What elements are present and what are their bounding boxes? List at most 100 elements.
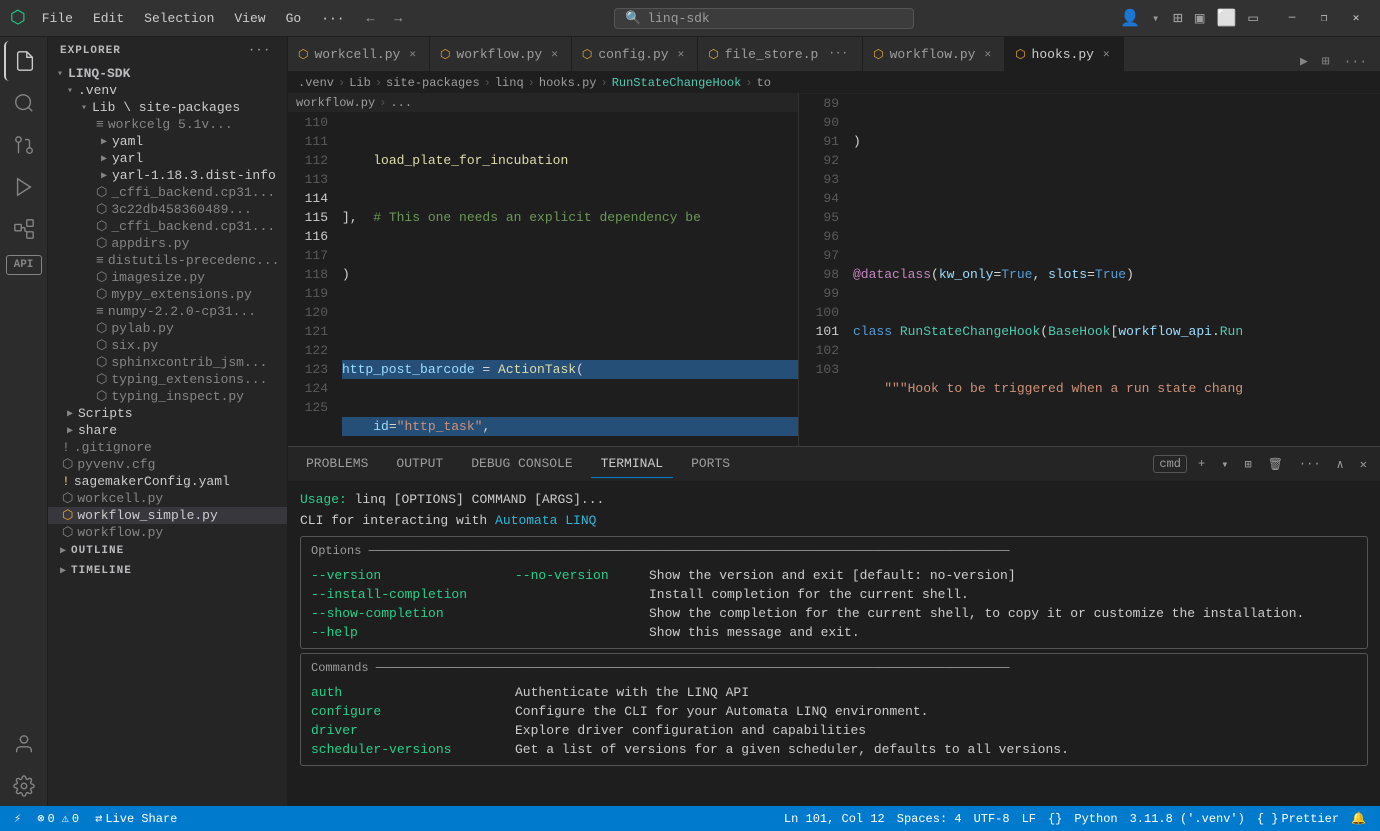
activity-account[interactable] bbox=[4, 724, 44, 764]
account-icon[interactable]: 👤 bbox=[1120, 8, 1140, 28]
list-item[interactable]: ⬡ workflow.py bbox=[48, 524, 287, 541]
maximize-button[interactable]: ❐ bbox=[1310, 7, 1338, 29]
breadcrumb-item[interactable]: Lib bbox=[349, 76, 371, 90]
menu-more[interactable]: ··· bbox=[313, 9, 352, 28]
layout-icon-4[interactable]: ▭ bbox=[1248, 8, 1258, 28]
list-item[interactable]: ⬡ six.py bbox=[48, 337, 287, 354]
minimize-button[interactable]: — bbox=[1278, 7, 1306, 29]
panel-tab-ports[interactable]: PORTS bbox=[681, 450, 740, 478]
tab-workflow1[interactable]: ⬡ workflow.py ✕ bbox=[430, 37, 572, 71]
menu-selection[interactable]: Selection bbox=[136, 9, 222, 28]
breadcrumb-item[interactable]: site-packages bbox=[386, 76, 480, 90]
tree-root[interactable]: ▾ LINQ-SDK bbox=[48, 65, 287, 82]
breadcrumb-item[interactable]: .venv bbox=[298, 76, 334, 90]
layout-icon-2[interactable]: ▣ bbox=[1195, 8, 1205, 28]
tab-close-workcell[interactable]: ✕ bbox=[406, 46, 419, 62]
timeline-section[interactable]: ▶ TIMELINE bbox=[48, 561, 287, 581]
tab-filestore[interactable]: ⬡ file_store.p ··· bbox=[698, 37, 863, 71]
menu-edit[interactable]: Edit bbox=[85, 9, 132, 28]
panel-tab-terminal[interactable]: TERMINAL bbox=[591, 450, 673, 478]
list-item[interactable]: ⬡ mypy_extensions.py bbox=[48, 286, 287, 303]
status-live-share[interactable]: ⇄ Live Share bbox=[89, 806, 183, 831]
breadcrumb-hooks[interactable]: hooks.py bbox=[539, 76, 597, 90]
tab-config[interactable]: ⬡ config.py ✕ bbox=[572, 37, 698, 71]
status-prettier[interactable]: { } Prettier bbox=[1251, 812, 1345, 826]
activity-extensions[interactable] bbox=[4, 209, 44, 249]
activity-api[interactable]: API bbox=[6, 255, 42, 275]
breadcrumb-class[interactable]: RunStateChangeHook bbox=[612, 76, 742, 90]
list-item[interactable]: ⬡ sphinxcontrib_jsm... bbox=[48, 354, 287, 371]
list-item[interactable]: ⬡ appdirs.py bbox=[48, 235, 287, 252]
panel-add-button[interactable]: + bbox=[1193, 455, 1210, 473]
status-notifications[interactable]: 🔔 bbox=[1345, 811, 1372, 826]
panel-close-button[interactable]: ✕ bbox=[1355, 455, 1372, 474]
breadcrumb-method[interactable]: to bbox=[757, 76, 771, 90]
list-item[interactable]: ≡ distutils-precedenc... bbox=[48, 252, 287, 269]
status-language[interactable]: Python bbox=[1068, 812, 1123, 826]
breadcrumb-item[interactable]: linq bbox=[495, 76, 524, 90]
nav-forward-button[interactable]: → bbox=[388, 9, 408, 28]
list-item[interactable]: ⬡ pylab.py bbox=[48, 320, 287, 337]
list-item[interactable]: ⬡ typing_inspect.py bbox=[48, 388, 287, 405]
list-item[interactable]: ⬡ pyvenv.cfg bbox=[48, 456, 287, 473]
tree-share[interactable]: ▶ share bbox=[48, 422, 287, 439]
tab-workflow2[interactable]: ⬡ workflow.py ✕ bbox=[863, 37, 1005, 71]
panel-split-button[interactable]: ⊞ bbox=[1239, 455, 1256, 474]
activity-settings[interactable] bbox=[4, 766, 44, 806]
panel-collapse-button[interactable]: ∧ bbox=[1332, 455, 1349, 474]
panel-add-dropdown[interactable]: ▾ bbox=[1216, 455, 1233, 474]
tab-more-button[interactable]: ··· bbox=[1339, 52, 1372, 71]
status-line-ending[interactable]: LF bbox=[1016, 812, 1042, 826]
list-item[interactable]: ⬡ _cffi_backend.cp31... bbox=[48, 218, 287, 235]
menu-view[interactable]: View bbox=[226, 9, 273, 28]
panel-tab-problems[interactable]: PROBLEMS bbox=[296, 450, 378, 478]
tab-hooks[interactable]: ⬡ hooks.py ✕ bbox=[1005, 37, 1124, 71]
tree-venv[interactable]: ▾ .venv bbox=[48, 82, 287, 99]
list-item[interactable]: ! sagemakerConfig.yaml bbox=[48, 473, 287, 490]
activity-run[interactable] bbox=[4, 167, 44, 207]
tree-scripts[interactable]: ▶ Scripts bbox=[48, 405, 287, 422]
list-item-selected[interactable]: ⬡ workflow_simple.py bbox=[48, 507, 287, 524]
tab-close-workflow2[interactable]: ✕ bbox=[981, 46, 994, 62]
layout-icon-1[interactable]: ⊞ bbox=[1173, 8, 1183, 28]
search-bar[interactable]: 🔍 linq-sdk bbox=[614, 8, 914, 29]
tab-more[interactable]: ··· bbox=[824, 46, 852, 62]
status-remote[interactable]: ⚡ bbox=[8, 806, 27, 831]
menu-file[interactable]: File bbox=[34, 9, 81, 28]
list-item[interactable]: ▶ yarl bbox=[48, 150, 287, 167]
list-item[interactable]: ≡ workcelg 5.1v... bbox=[48, 116, 287, 133]
list-item[interactable]: ⬡ imagesize.py bbox=[48, 269, 287, 286]
panel-tab-debug[interactable]: DEBUG CONSOLE bbox=[461, 450, 582, 478]
activity-search[interactable] bbox=[4, 83, 44, 123]
status-errors[interactable]: ⊗ 0 ⚠ 0 bbox=[31, 806, 85, 831]
tab-close-config[interactable]: ✕ bbox=[675, 46, 688, 62]
sidebar-more-button[interactable]: ··· bbox=[244, 43, 275, 59]
status-position[interactable]: Ln 101, Col 12 bbox=[778, 812, 891, 826]
split-editor-button[interactable]: ⊞ bbox=[1317, 52, 1335, 71]
outline-section[interactable]: ▶ OUTLINE bbox=[48, 541, 287, 561]
close-button[interactable]: ✕ bbox=[1342, 7, 1370, 29]
account-more[interactable]: ▾ bbox=[1152, 11, 1159, 26]
panel-tab-output[interactable]: OUTPUT bbox=[386, 450, 453, 478]
nav-back-button[interactable]: ← bbox=[361, 9, 381, 28]
tree-lib[interactable]: ▾ Lib \ site-packages bbox=[48, 99, 287, 116]
menu-go[interactable]: Go bbox=[278, 9, 310, 28]
tab-close-workflow1[interactable]: ✕ bbox=[548, 46, 561, 62]
list-item[interactable]: ⬡ workcell.py bbox=[48, 490, 287, 507]
activity-source-control[interactable] bbox=[4, 125, 44, 165]
status-spaces[interactable]: Spaces: 4 bbox=[891, 812, 968, 826]
list-item[interactable]: ▶ yaml bbox=[48, 133, 287, 150]
list-item[interactable]: ⬡ 3c22db458360489... bbox=[48, 201, 287, 218]
status-python-version[interactable]: 3.11.8 ('.venv') bbox=[1124, 812, 1251, 826]
status-braces[interactable]: {} bbox=[1042, 812, 1068, 826]
tab-close-hooks[interactable]: ✕ bbox=[1100, 46, 1113, 62]
run-button[interactable]: ▶ bbox=[1295, 52, 1313, 71]
list-item[interactable]: ! .gitignore bbox=[48, 439, 287, 456]
panel-more-button[interactable]: ··· bbox=[1294, 455, 1326, 473]
activity-explorer[interactable] bbox=[4, 41, 44, 81]
list-item[interactable]: ▶ yarl-1.18.3.dist-info bbox=[48, 167, 287, 184]
list-item[interactable]: ≡ numpy-2.2.0-cp31... bbox=[48, 303, 287, 320]
list-item[interactable]: ⬡ typing_extensions... bbox=[48, 371, 287, 388]
list-item[interactable]: ⬡ _cffi_backend.cp31... bbox=[48, 184, 287, 201]
panel-trash-button[interactable]: 🗑 bbox=[1263, 455, 1288, 474]
